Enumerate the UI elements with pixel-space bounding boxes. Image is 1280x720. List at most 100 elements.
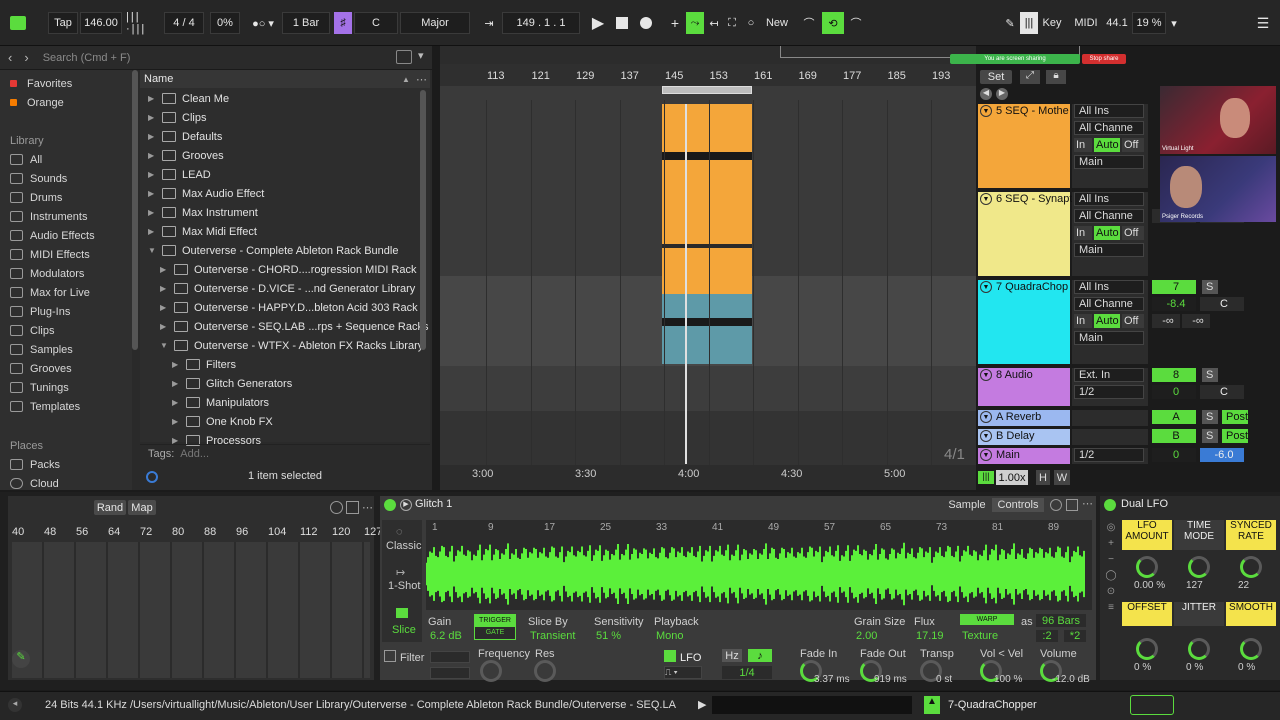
track-activator[interactable]: A bbox=[1152, 410, 1196, 424]
sidebar-item-max-for-live[interactable]: Max for Live bbox=[10, 283, 90, 302]
meter-icon[interactable]: ||| bbox=[978, 471, 994, 484]
sidebar-item-midi-effects[interactable]: MIDI Effects bbox=[10, 245, 90, 264]
pan-field[interactable]: C bbox=[1200, 297, 1244, 311]
tab-sample[interactable]: Sample bbox=[946, 498, 988, 512]
chevron-right-icon[interactable]: ▶ bbox=[148, 151, 162, 160]
track-header[interactable]: ▼ B Delay bbox=[978, 429, 1070, 445]
track-fold-icon[interactable]: ▼ bbox=[980, 281, 992, 293]
sidebar-item-clips[interactable]: Clips bbox=[10, 321, 54, 340]
sidebar-item-modulators[interactable]: Modulators bbox=[10, 264, 84, 283]
mode-classic[interactable]: Classic bbox=[386, 540, 421, 552]
chevron-right-icon[interactable]: ▶ bbox=[148, 94, 162, 103]
channel-select[interactable]: All Channe bbox=[1074, 297, 1144, 311]
scale-mode-icon[interactable]: ♯ bbox=[334, 12, 352, 34]
automation-arm-icon[interactable]: ⤳ bbox=[686, 12, 704, 34]
nav-right-icon[interactable]: ▶ bbox=[996, 88, 1008, 100]
send-field[interactable]: -∞ bbox=[1152, 314, 1180, 328]
song-position-field[interactable]: 149 . 1 . 1 bbox=[502, 12, 580, 34]
sidebar-item-cloud[interactable]: Cloud bbox=[10, 474, 59, 493]
bars-field[interactable]: 96 Bars bbox=[1036, 614, 1086, 627]
track-fold-icon[interactable]: ▼ bbox=[980, 430, 992, 442]
sidebar-item-orange[interactable]: Orange bbox=[27, 97, 64, 109]
file-list-item[interactable]: ▼ Outerverse - Complete Ableton Rack Bund… bbox=[148, 241, 398, 260]
sidebar-item-instruments[interactable]: Instruments bbox=[10, 207, 87, 226]
chevron-down-icon[interactable]: ▼ bbox=[148, 246, 162, 255]
file-list-item[interactable]: ▶ Outerverse - CHORD....rogression MIDI R… bbox=[160, 260, 417, 279]
file-list-item[interactable]: ▶ Outerverse - SEQ.LAB ...rps + Sequence … bbox=[160, 317, 428, 336]
follow-icon[interactable]: ⇥ bbox=[478, 12, 500, 34]
output-select[interactable]: Main bbox=[1074, 243, 1144, 257]
nudge-icon[interactable]: |||·||| bbox=[126, 11, 160, 35]
file-list-item[interactable]: ▶ LEAD bbox=[148, 165, 211, 184]
gain-value[interactable]: 6.2 dB bbox=[430, 630, 462, 642]
track-fold-icon[interactable]: ▼ bbox=[980, 411, 992, 423]
rand-button[interactable]: Rand bbox=[94, 500, 126, 515]
input-select[interactable]: 1/2 bbox=[1074, 448, 1144, 462]
file-list-item[interactable]: ▶ Glitch Generators bbox=[172, 374, 292, 393]
time-signature-field[interactable]: 4 / 4 bbox=[164, 12, 204, 34]
monitor-auto-button[interactable]: Auto bbox=[1094, 226, 1120, 240]
tags-input[interactable]: Add... bbox=[180, 448, 209, 460]
filter-type-select[interactable] bbox=[430, 651, 470, 663]
channel-select[interactable]: All Channe bbox=[1074, 209, 1144, 223]
simpler-settings-icon[interactable] bbox=[1050, 499, 1062, 511]
sidebar-item-tunings[interactable]: Tunings bbox=[10, 378, 69, 397]
lfo-shape-select[interactable]: ⎍ ▾ bbox=[664, 666, 702, 679]
monitor-in-button[interactable]: In bbox=[1074, 138, 1092, 152]
input-select[interactable]: All Ins bbox=[1074, 104, 1144, 118]
slice-by-select[interactable]: Transient bbox=[530, 630, 575, 642]
output-select[interactable]: Main bbox=[1074, 155, 1144, 169]
sort-arrow-icon[interactable]: ▲ bbox=[402, 75, 410, 84]
chevron-down-icon[interactable]: ▼ bbox=[160, 341, 174, 350]
solo-button[interactable]: S bbox=[1202, 429, 1218, 443]
sidebar-item-drums[interactable]: Drums bbox=[10, 188, 62, 207]
lfo-sync-icon[interactable]: ♪ bbox=[748, 649, 772, 662]
lfo-param-knob[interactable] bbox=[1136, 638, 1158, 660]
file-list-item[interactable]: ▶ Grooves bbox=[148, 146, 224, 165]
file-list-item[interactable]: ▼ Outerverse - WTFX - Ableton FX Racks Li… bbox=[160, 336, 423, 355]
new-button[interactable]: New bbox=[762, 12, 792, 34]
device-settings-icon[interactable] bbox=[330, 501, 343, 514]
filter-icon[interactable] bbox=[396, 50, 412, 64]
track-fold-icon[interactable]: ▼ bbox=[980, 449, 992, 461]
key-select[interactable]: C bbox=[354, 12, 398, 34]
session-record-icon[interactable]: ○ bbox=[742, 12, 760, 34]
solo-button[interactable]: S bbox=[1202, 368, 1218, 382]
set-button[interactable]: Set bbox=[980, 70, 1012, 84]
clip-quadrachop[interactable] bbox=[662, 294, 752, 364]
quantize-select[interactable]: 1 Bar bbox=[282, 12, 330, 34]
track-activator[interactable]: 8 bbox=[1152, 368, 1196, 382]
gate-option[interactable]: GATE bbox=[475, 627, 515, 639]
playback-select[interactable]: Mono bbox=[656, 630, 684, 642]
sensitivity-value[interactable]: 51 % bbox=[596, 630, 621, 642]
trigger-option[interactable]: TRIGGER bbox=[475, 615, 515, 627]
stop-button[interactable] bbox=[612, 12, 632, 34]
map-button[interactable]: Map bbox=[128, 500, 156, 515]
chevron-right-icon[interactable]: ▶ bbox=[172, 417, 186, 426]
tap-tempo-button[interactable]: Tap bbox=[48, 12, 78, 34]
file-list-item[interactable]: ▶ Defaults bbox=[148, 127, 222, 146]
frequency-knob[interactable] bbox=[480, 660, 502, 682]
volume-field[interactable]: -8.4 bbox=[1152, 297, 1196, 311]
key-map-button[interactable]: Key bbox=[1040, 12, 1064, 34]
file-list-item[interactable]: ▶ Max Instrument bbox=[148, 203, 258, 222]
chevron-right-icon[interactable]: ▶ bbox=[172, 360, 186, 369]
preview-play-icon[interactable]: ▶ bbox=[400, 499, 412, 511]
keyboard-icon[interactable]: ||| bbox=[1020, 12, 1038, 34]
trigger-gate-switch[interactable]: TRIGGER GATE bbox=[474, 614, 516, 640]
chevron-right-icon[interactable]: ▶ bbox=[148, 189, 162, 198]
punch-out-icon[interactable]: ⌒ bbox=[846, 12, 866, 34]
track-header[interactable]: ▼ Main bbox=[978, 448, 1070, 464]
device-menu-icon[interactable]: ⋯ bbox=[362, 501, 373, 514]
file-list-item[interactable]: ▶ Max Midi Effect bbox=[148, 222, 257, 241]
waveform-display[interactable]: 1 9 17 25 33 41 49 57 65 73 81 89 bbox=[426, 520, 1092, 610]
overview-strip[interactable] bbox=[440, 46, 1080, 64]
file-list-item[interactable]: ▶ Clean Me bbox=[148, 89, 229, 108]
track-header[interactable]: ▼ 5 SEQ - Mothe bbox=[978, 104, 1070, 188]
lfo-device-on-icon[interactable] bbox=[1104, 499, 1116, 511]
warp-mode-select[interactable]: Texture bbox=[962, 630, 998, 642]
expand-icon[interactable]: ⤢ bbox=[1020, 70, 1040, 84]
volume-field[interactable]: 0 bbox=[1152, 448, 1196, 462]
lfo-param-knob[interactable] bbox=[1136, 556, 1158, 578]
volume-field[interactable]: 0 bbox=[1152, 385, 1196, 399]
